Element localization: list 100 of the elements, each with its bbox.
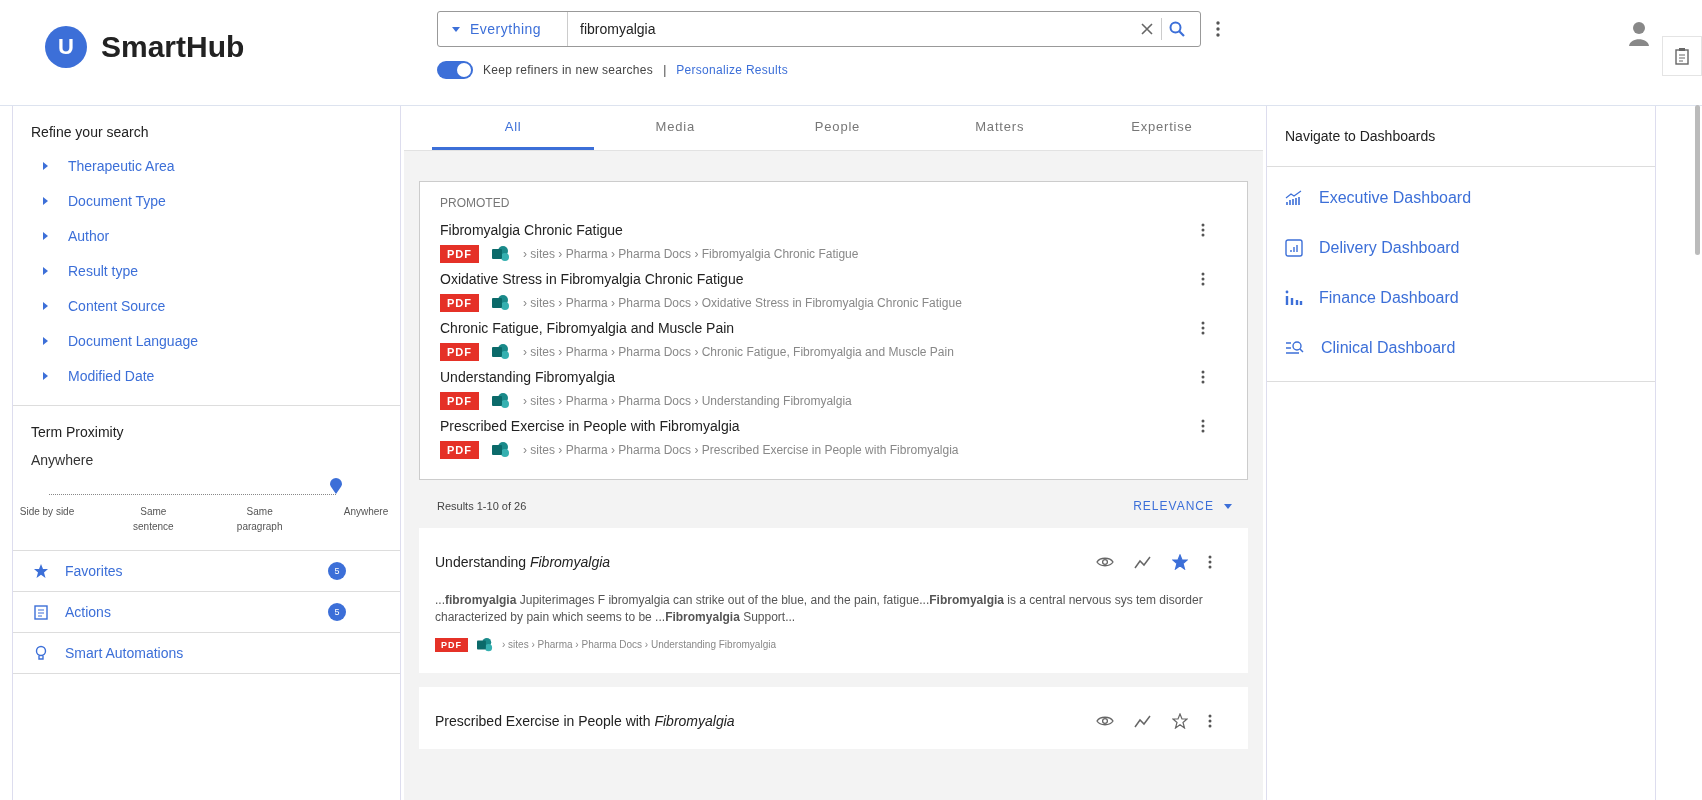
side-link-label: Smart Automations — [65, 645, 185, 661]
chart-icon — [1285, 190, 1303, 206]
site-icon — [491, 392, 511, 410]
result-snippet: ...fibromyalgia Jupiterimages F ibromyalgia can strike out of the blue, and the pain, fatigue...Fibromyalgia is a central nervous sys tem disorder characterized by pain which seems to be ...Fibromyalgia Support... — [435, 592, 1204, 627]
more-icon[interactable] — [1201, 370, 1205, 384]
avatar-icon[interactable] — [1628, 20, 1650, 46]
side-link[interactable]: Favorites 5 — [13, 551, 400, 592]
dashboard-link[interactable]: Delivery Dashboard — [1267, 223, 1655, 273]
trend-icon[interactable] — [1134, 555, 1152, 569]
result-title-link[interactable]: Understanding Fibromyalgia — [435, 554, 611, 570]
more-icon[interactable] — [1201, 321, 1205, 335]
refiner-item[interactable]: Author — [31, 218, 382, 253]
refiner-item[interactable]: Content Source — [31, 288, 382, 323]
slider-thumb[interactable] — [330, 478, 342, 494]
more-icon[interactable] — [1201, 272, 1205, 286]
slider-stop-label: Anywhere — [342, 505, 390, 519]
report-icon — [1285, 239, 1303, 257]
dashboard-link[interactable]: Clinical Dashboard — [1267, 323, 1655, 373]
dashboard-link[interactable]: Finance Dashboard — [1267, 273, 1655, 323]
count-badge: 5 — [328, 603, 346, 621]
caret-icon — [43, 301, 48, 310]
proximity-value: Anywhere — [31, 452, 95, 468]
side-link-label: Favorites — [65, 563, 124, 579]
site-icon — [491, 245, 511, 263]
side-link[interactable]: Smart Automations — [13, 633, 400, 674]
favorite-star-icon[interactable] — [1172, 554, 1188, 570]
side-link[interactable]: Actions 5 — [13, 592, 400, 633]
refine-title: Refine your search — [31, 124, 150, 140]
tab[interactable]: Matters — [918, 106, 1081, 150]
search-box[interactable]: Everything fibromyalgia — [437, 11, 1201, 47]
breadcrumb-path: › sites › Pharma › Pharma Docs › Fibromyalgia Chronic Fatigue — [523, 247, 859, 261]
app-name: SmartHub — [101, 30, 245, 64]
refiner-item[interactable]: Therapeutic Area — [31, 148, 382, 183]
slider-stop-label: Same sentence — [132, 505, 175, 534]
lightbulb-icon — [33, 645, 49, 661]
slider-stop-label: Side by side — [19, 505, 75, 519]
caret-icon — [43, 336, 48, 345]
more-icon[interactable] — [1208, 555, 1212, 569]
file-type-tag: PDF — [440, 392, 479, 410]
file-type-tag: PDF — [440, 245, 479, 263]
clipboard-icon — [1675, 47, 1689, 65]
toggle-switch[interactable] — [437, 61, 473, 79]
caret-icon — [452, 26, 460, 32]
breadcrumb-path: › sites › Pharma › Pharma Docs › Oxidative Stress in Fibromyalgia Chronic Fatigue — [523, 296, 962, 310]
result-title-link[interactable]: Prescribed Exercise in People with Fibromyalgia — [435, 712, 735, 729]
refiner-item[interactable]: Modified Date — [31, 358, 382, 393]
result-title-link[interactable]: Oxidative Stress in Fibromyalgia Chronic Fatigue — [440, 271, 744, 287]
tab[interactable]: All — [432, 106, 595, 150]
results-count: Results 1-10 of 26 — [437, 500, 527, 512]
site-icon — [491, 343, 511, 361]
file-type-tag: PDF — [435, 637, 468, 652]
caret-icon — [43, 196, 48, 205]
favorite-star-icon[interactable] — [1172, 712, 1188, 729]
scope-dropdown[interactable]: Everything — [438, 12, 568, 46]
tab[interactable]: People — [756, 106, 919, 150]
tab[interactable]: Expertise — [1080, 106, 1243, 150]
dashboards-title: Navigate to Dashboards — [1267, 106, 1655, 167]
more-icon[interactable] — [1201, 223, 1205, 237]
more-icon[interactable] — [1201, 419, 1205, 433]
eye-icon[interactable] — [1096, 714, 1114, 727]
result-title-link[interactable]: Fibromyalgia Chronic Fatigue — [440, 222, 623, 238]
breadcrumb-path: › sites › Pharma › Pharma Docs › Prescribed Exercise in People with Fibromyalgia — [523, 443, 959, 457]
count-badge: 5 — [328, 562, 346, 580]
more-icon[interactable] — [1215, 20, 1221, 38]
breadcrumb-path: › sites › Pharma › Pharma Docs › Understanding Fibromyalgia — [523, 394, 852, 408]
caret-icon — [43, 231, 48, 240]
result-title-link[interactable]: Prescribed Exercise in People with Fibromyalgia — [440, 418, 740, 434]
clipboard-icon — [33, 604, 49, 620]
search-input[interactable]: fibromyalgia — [568, 20, 1133, 38]
site-icon — [476, 636, 494, 653]
slider-stop-label: Same paragraph — [235, 505, 284, 534]
file-type-tag: PDF — [440, 294, 479, 312]
caret-icon — [1224, 503, 1232, 509]
clipboard-button[interactable] — [1662, 36, 1702, 76]
list-search-icon — [1285, 340, 1305, 356]
scrollbar[interactable] — [1695, 105, 1700, 255]
dashboard-link[interactable]: Executive Dashboard — [1267, 173, 1655, 223]
breadcrumb-path: › sites › Pharma › Pharma Docs › Understanding Fibromyalgia — [502, 639, 776, 651]
search-icon[interactable] — [1168, 20, 1186, 38]
eye-icon[interactable] — [1096, 556, 1114, 568]
refiner-item[interactable]: Document Type — [31, 183, 382, 218]
refiner-item[interactable]: Result type — [31, 253, 382, 288]
refiner-item[interactable]: Document Language — [31, 323, 382, 358]
trend-icon[interactable] — [1134, 713, 1152, 728]
side-link-label: Actions — [65, 604, 112, 620]
site-icon — [491, 294, 511, 312]
result-title-link[interactable]: Chronic Fatigue, Fibromyalgia and Muscle Pain — [440, 320, 735, 336]
caret-icon — [43, 161, 48, 170]
clear-icon[interactable] — [1139, 21, 1155, 37]
tab[interactable]: Media — [594, 106, 757, 150]
caret-icon — [43, 266, 48, 275]
separator: | — [663, 63, 667, 77]
more-icon[interactable] — [1208, 713, 1212, 728]
promoted-heading: PROMOTED — [440, 196, 511, 210]
breadcrumb-path: › sites › Pharma › Pharma Docs › Chronic Fatigue, Fibromyalgia and Muscle Pain — [523, 345, 954, 359]
file-type-tag: PDF — [440, 343, 479, 361]
result-title-link[interactable]: Understanding Fibromyalgia — [440, 369, 616, 385]
bar-chart-icon — [1285, 290, 1303, 306]
personalize-link[interactable]: Personalize Results — [676, 63, 788, 77]
sort-dropdown[interactable]: RELEVANCE — [1127, 498, 1238, 514]
